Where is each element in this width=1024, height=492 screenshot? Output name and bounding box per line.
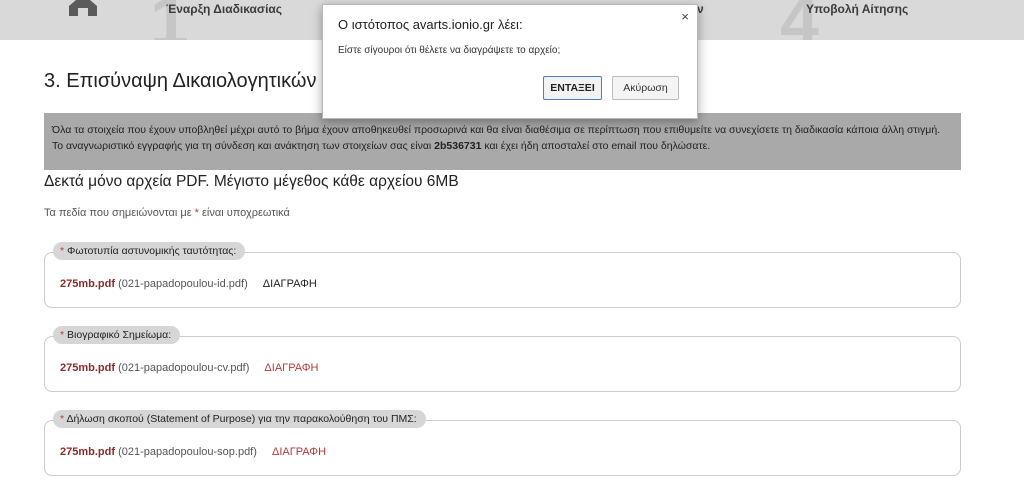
file-link[interactable]: 275mb.pdf <box>60 446 115 458</box>
required-star: * <box>60 245 65 257</box>
registration-id: 2b536731 <box>434 140 482 152</box>
file-row: 275mb.pdf (021-papadopoulou-sop.pdf) ΔΙΑ… <box>60 446 326 458</box>
upload-label: * Βιογραφικό Σημείωμα: <box>53 326 181 344</box>
required-note-text: είναι υποχρεωτικά <box>198 207 290 219</box>
dialog-title: Ο ιστότοπος avarts.ionio.gr λέει: <box>338 17 523 32</box>
required-note: Τα πεδία που σημειώνονται με * είναι υπο… <box>44 207 290 219</box>
step-label: Έναρξη Διαδικασίας <box>166 2 283 16</box>
upload-statement-of-purpose: * Δήλωση σκοπού (Statement of Purpose) γ… <box>44 410 961 476</box>
required-star: * <box>60 413 65 425</box>
file-original-name: (021-papadopoulou-cv.pdf) <box>118 362 250 374</box>
file-row: 275mb.pdf (021-papadopoulou-id.pdf) ΔΙΑΓ… <box>60 278 317 290</box>
info-box: Όλα τα στοιχεία που έχουν υποβληθεί μέχρ… <box>44 113 961 170</box>
upload-cv: * Βιογραφικό Σημείωμα: 275mb.pdf (021-pa… <box>44 326 961 392</box>
upload-label-text: Φωτοτυπία αστυνομικής ταυτότητας: <box>67 245 237 257</box>
upload-label: * Δήλωση σκοπού (Statement of Purpose) γ… <box>53 410 426 428</box>
confirm-dialog: Ο ιστότοπος avarts.ionio.gr λέει: × Είστ… <box>322 4 698 119</box>
upload-label: * Φωτοτυπία αστυνομικής ταυτότητας: <box>53 242 246 260</box>
upload-label-text: Δήλωση σκοπού (Statement of Purpose) για… <box>66 413 417 425</box>
required-note-text: Τα πεδία που σημειώνονται με <box>44 207 195 219</box>
delete-button[interactable]: ΔΙΑΓΡΑΦΗ <box>264 362 318 374</box>
page-title: 3. Επισύναψη Δικαιολογητικών <box>44 70 317 92</box>
file-link[interactable]: 275mb.pdf <box>60 278 115 290</box>
delete-button[interactable]: ΔΙΑΓΡΑΦΗ <box>263 278 317 290</box>
cancel-button[interactable]: Ακύρωση <box>612 76 679 100</box>
upload-label-text: Βιογραφικό Σημείωμα: <box>67 329 172 341</box>
delete-button[interactable]: ΔΙΑΓΡΑΦΗ <box>272 446 326 458</box>
step-label: Υποβολή Αίτησης <box>806 2 909 16</box>
required-star: * <box>60 329 65 341</box>
step-label: ν <box>697 2 704 16</box>
home-icon[interactable] <box>66 0 100 16</box>
upload-id-card: * Φωτοτυπία αστυνομικής ταυτότητας: 275m… <box>44 242 961 308</box>
file-original-name: (021-papadopoulou-sop.pdf) <box>118 446 257 458</box>
file-original-name: (021-papadopoulou-id.pdf) <box>118 278 248 290</box>
pdf-note: Δεκτά μόνο αρχεία PDF. Μέγιστο μέγεθος κ… <box>44 173 459 190</box>
file-row: 275mb.pdf (021-papadopoulou-cv.pdf) ΔΙΑΓ… <box>60 362 318 374</box>
file-link[interactable]: 275mb.pdf <box>60 362 115 374</box>
dialog-message: Είστε σίγουροι ότι θέλετε να διαγράψετε … <box>338 45 561 56</box>
info-text: και έχει ήδη αποσταλεί στο email που δηλ… <box>481 140 711 152</box>
ok-button[interactable]: ΕΝΤΑΞΕΙ <box>543 76 602 100</box>
close-icon[interactable]: × <box>681 9 689 24</box>
